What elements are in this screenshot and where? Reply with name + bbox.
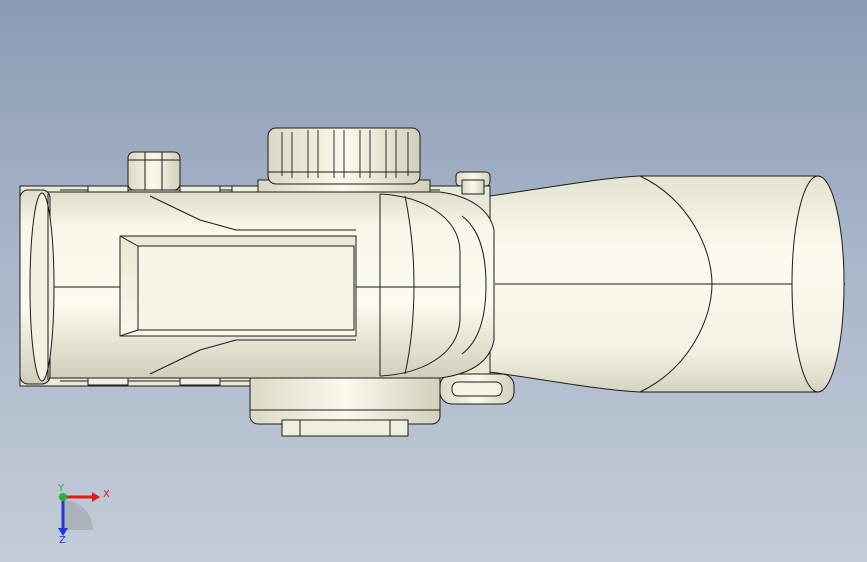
triad-plane-shadow — [63, 500, 93, 530]
small-screw-bottom — [439, 373, 515, 405]
y-axis-arrow — [59, 493, 67, 501]
x-axis-label: X — [103, 489, 110, 500]
elevation-turret — [257, 127, 431, 199]
objective-front-ring — [19, 189, 55, 385]
cad-3d-viewport[interactable]: X Y Z — [0, 0, 867, 562]
eyepiece-tube — [489, 175, 845, 393]
coordinate-axis-triad: X Y Z — [57, 483, 110, 546]
bottom-adjustment-knob — [249, 371, 441, 437]
battery-compartment-recess — [119, 235, 357, 337]
y-axis-label: Y — [57, 483, 65, 494]
x-axis-arrowhead — [92, 492, 100, 502]
riflescope-model[interactable] — [19, 127, 845, 437]
windage-cap — [127, 151, 181, 191]
z-axis-label: Z — [59, 535, 66, 546]
